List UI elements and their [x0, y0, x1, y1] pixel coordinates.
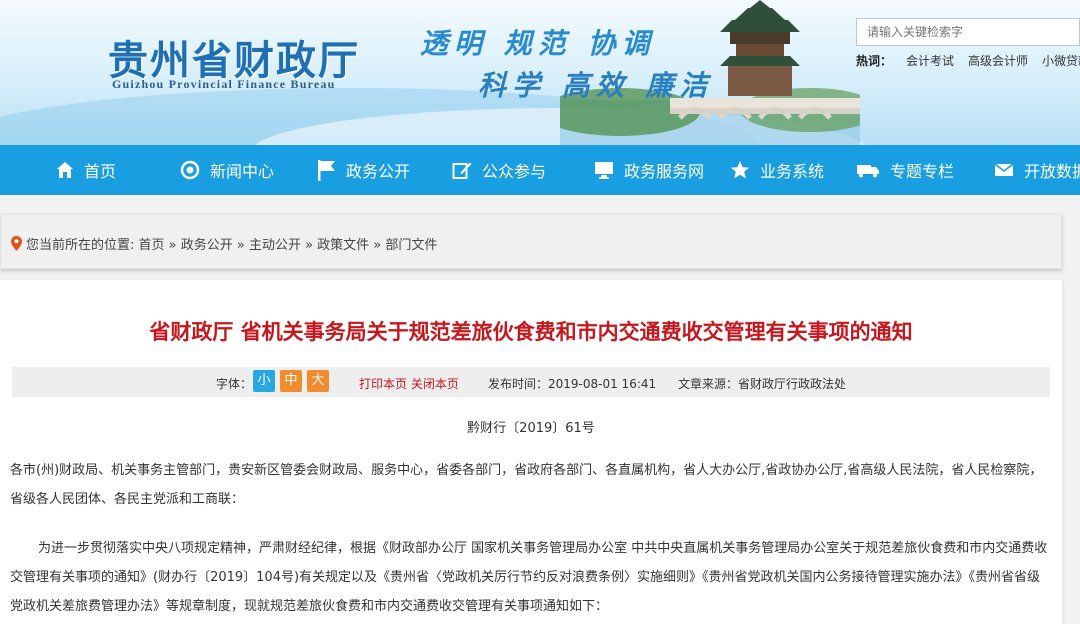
breadcrumb: 您当前所在的位置: 首页 » 政务公开 » 主动公开 » 政策文件 » 部门文件 — [11, 234, 437, 253]
nav-item-business-system[interactable]: 业务系统 — [730, 145, 824, 195]
nav-item-label: 公众参与 — [482, 162, 547, 181]
site-logo-subtitle: Guizhou Provincial Finance Bureau — [112, 77, 336, 91]
nav-item-label: 专题专栏 — [890, 162, 955, 181]
main-nav: 首页 新闻中心 政务公开 公众参与 政务服务网 业务系统 专题专栏 开放数据 — [0, 145, 1080, 195]
star-icon — [730, 161, 750, 179]
nav-item-label: 首页 — [84, 162, 117, 181]
nav-item-home[interactable]: 首页 — [56, 145, 116, 195]
truck-icon — [857, 165, 879, 178]
hot-word-link[interactable]: 小微贷款 — [1042, 54, 1080, 68]
nav-item-open-data[interactable]: 开放数据 — [994, 145, 1080, 195]
nav-item-label: 政务公开 — [346, 162, 411, 181]
home-icon — [57, 162, 73, 178]
document-number: 黔财行〔2019〕61号 — [467, 421, 595, 436]
hot-word-link[interactable]: 高级会计师 — [968, 54, 1028, 68]
hot-word-link[interactable]: 会计考试 — [906, 54, 954, 68]
publish-time: 发布时间：2019-08-01 16:41 — [488, 377, 657, 391]
nav-item-service-network[interactable]: 政务服务网 — [594, 145, 704, 195]
search-input[interactable] — [856, 18, 1080, 46]
monitor-icon — [595, 162, 613, 179]
edit-icon — [452, 162, 472, 179]
nav-item-label: 业务系统 — [760, 162, 825, 181]
nav-item-label: 开放数据 — [1024, 162, 1080, 181]
nav-item-public-participation[interactable]: 公众参与 — [452, 145, 546, 195]
nav-item-label: 政务服务网 — [624, 162, 705, 181]
slogan-line-1: 透明 规范 协调 — [420, 27, 656, 60]
target-icon — [180, 160, 200, 180]
article-paragraph: 各市(州)财政局、机关事务主管部门，贵安新区管委会财政局、服务中心，省委各部门，… — [10, 463, 1043, 507]
location-pin-icon — [11, 236, 22, 251]
nav-item-news[interactable]: 新闻中心 — [180, 145, 274, 195]
nav-item-label: 新闻中心 — [210, 162, 275, 181]
hot-words-label: 热词： — [856, 54, 893, 68]
breadcrumb-text[interactable]: 您当前所在的位置: 首页 » 政务公开 » 主动公开 » 政策文件 » 部门文件 — [26, 234, 437, 253]
font-size-label: 字体： — [216, 377, 253, 391]
font-large-button[interactable]: 大 — [307, 370, 329, 392]
article-container: 省财政厅 省机关事务局关于规范差旅伙食费和市内交通费收交管理有关事项的通知 字体… — [0, 280, 1062, 624]
article-title: 省财政厅 省机关事务局关于规范差旅伙食费和市内交通费收交管理有关事项的通知 — [149, 320, 913, 344]
breadcrumb-bar: 您当前所在的位置: 首页 » 政务公开 » 主动公开 » 政策文件 » 部门文件 — [0, 214, 1062, 269]
flag-icon — [318, 160, 335, 181]
article-meta-bar: 字体： 小 中 大 打印本页 关闭本页 发布时间：2019-08-01 16:4… — [12, 367, 1050, 397]
nav-item-special-topics[interactable]: 专题专栏 — [856, 145, 954, 195]
mail-icon — [994, 163, 1014, 176]
article-paragraph: 为进一步贯彻落实中央八项规定精神，严肃财经纪律，根据《财政部办公厅 国家机关事务… — [10, 541, 1048, 614]
hot-words: 热词： 会计考试高级会计师小微贷款 — [856, 52, 1080, 69]
nav-item-gov-affairs[interactable]: 政务公开 — [316, 145, 410, 195]
article-source: 文章来源：省财政厅行政政法处 — [678, 377, 847, 391]
site-header: 贵州省财政厅 Guizhou Provincial Finance Bureau… — [0, 0, 1080, 145]
font-medium-button[interactable]: 中 — [280, 370, 302, 392]
slogan-line-2: 科学 高效 廉洁 — [478, 69, 714, 102]
print-close-links[interactable]: 打印本页 关闭本页 — [359, 375, 459, 392]
font-small-button[interactable]: 小 — [253, 370, 275, 392]
